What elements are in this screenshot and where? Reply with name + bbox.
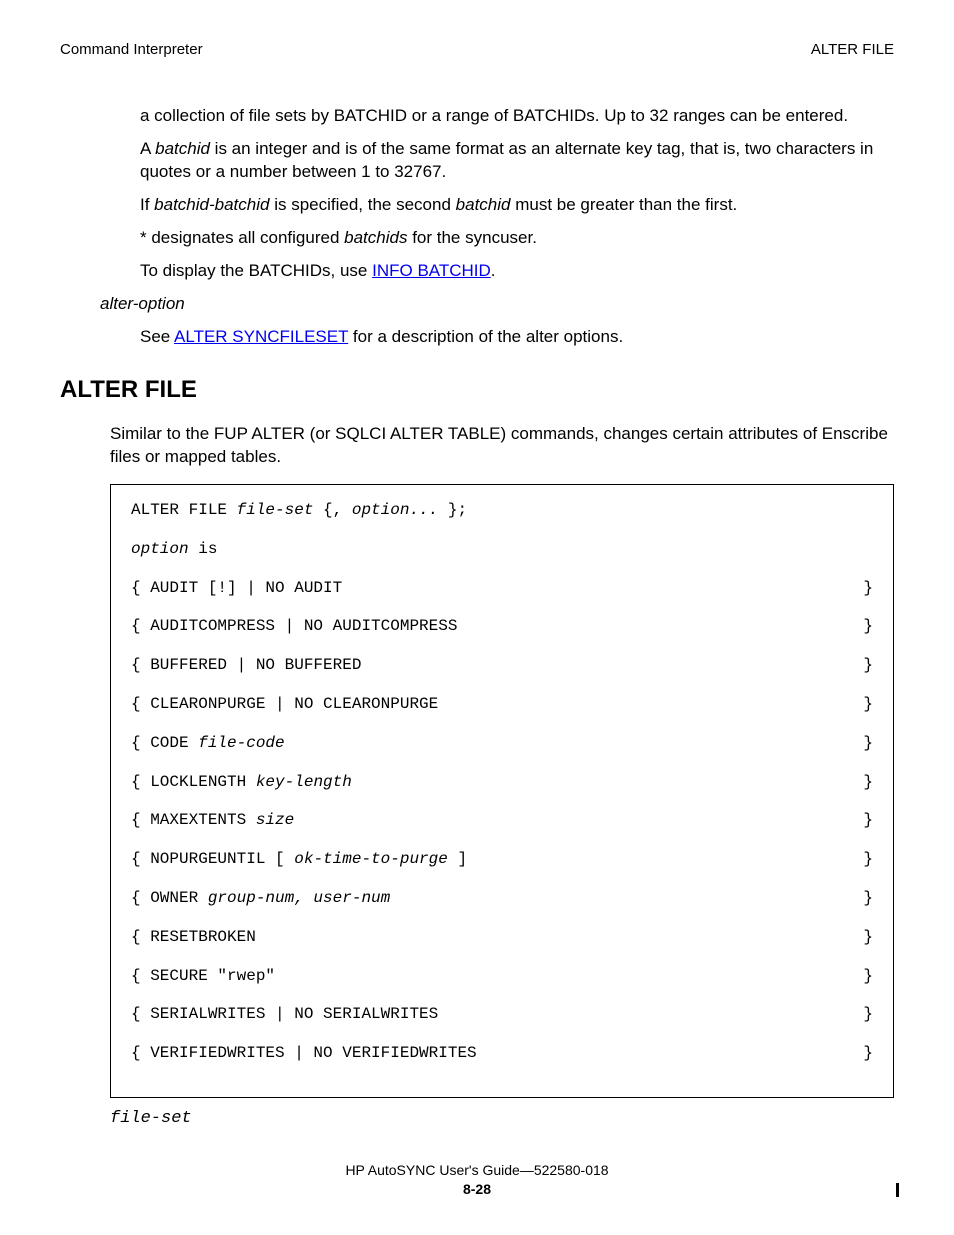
syntax-option-right: } [863,927,873,948]
alter-option-label: alter-option [100,293,894,316]
syntax-option-row: { NOPURGEUNTIL [ ok-time-to-purge ]} [131,849,873,870]
syntax-option-right: } [863,966,873,987]
syntax-option-row: { BUFFERED | NO BUFFERED} [131,655,873,676]
syntax-option-left: { NOPURGEUNTIL [ ok-time-to-purge ] [131,849,467,870]
page-footer: HP AutoSYNC User's Guide—522580-018 8-28 [60,1161,894,1199]
syntax-option-left: { CLEARONPURGE | NO CLEARONPURGE [131,694,438,715]
syntax-option-row: { CODE file-code} [131,733,873,754]
paragraph-see-alter-syncfileset: See ALTER SYNCFILESET for a description … [140,326,894,349]
paragraph-batchid-ranges: a collection of file sets by BATCHID or … [140,105,894,128]
syntax-option-left: { OWNER group-num, user-num [131,888,390,909]
syntax-option-row: { SECURE "rwep"} [131,966,873,987]
paragraph-batchid-definition: A batchid is an integer and is of the sa… [140,138,894,184]
syntax-option-row: { OWNER group-num, user-num} [131,888,873,909]
syntax-line-2: option is [131,539,873,560]
link-alter-syncfileset[interactable]: ALTER SYNCFILESET [174,327,348,346]
syntax-option-left: { MAXEXTENTS size [131,810,294,831]
link-info-batchid[interactable]: INFO BATCHID [372,261,491,280]
syntax-option-right: } [863,1043,873,1064]
syntax-option-row: { AUDIT [!] | NO AUDIT} [131,578,873,599]
syntax-option-left: { RESETBROKEN [131,927,256,948]
syntax-option-right: } [863,694,873,715]
syntax-option-left: { VERIFIEDWRITES | NO VERIFIEDWRITES [131,1043,477,1064]
page-header: Command Interpreter ALTER FILE [60,40,894,60]
header-right: ALTER FILE [811,40,894,60]
footer-page-number: 8-28 [60,1180,894,1199]
section-description: Similar to the FUP ALTER (or SQLCI ALTER… [110,423,894,469]
change-bar-icon [896,1183,899,1197]
syntax-option-row: { CLEARONPURGE | NO CLEARONPURGE} [131,694,873,715]
syntax-option-left: { AUDIT [!] | NO AUDIT [131,578,342,599]
header-left: Command Interpreter [60,40,203,60]
paragraph-asterisk-note: * designates all configured batchids for… [140,227,894,250]
syntax-option-right: } [863,578,873,599]
syntax-option-row: { RESETBROKEN} [131,927,873,948]
paragraph-batchid-range-rule: If batchid-batchid is specified, the sec… [140,194,894,217]
syntax-option-right: } [863,888,873,909]
syntax-option-row: { AUDITCOMPRESS | NO AUDITCOMPRESS} [131,616,873,637]
syntax-option-left: { BUFFERED | NO BUFFERED [131,655,361,676]
syntax-box: ALTER FILE file-set {, option... }; opti… [110,484,894,1098]
syntax-option-row: { MAXEXTENTS size} [131,810,873,831]
syntax-option-right: } [863,616,873,637]
syntax-option-row: { SERIALWRITES | NO SERIALWRITES} [131,1004,873,1025]
syntax-option-right: } [863,655,873,676]
syntax-option-left: { AUDITCOMPRESS | NO AUDITCOMPRESS [131,616,457,637]
footer-title: HP AutoSYNC User's Guide—522580-018 [60,1161,894,1180]
syntax-option-left: { SECURE "rwep" [131,966,275,987]
syntax-option-right: } [863,1004,873,1025]
section-heading-alter-file: ALTER FILE [60,374,894,406]
syntax-option-right: } [863,772,873,793]
syntax-option-right: } [863,849,873,870]
syntax-option-right: } [863,733,873,754]
syntax-option-right: } [863,810,873,831]
file-set-label: file-set [110,1108,894,1131]
syntax-option-left: { LOCKLENGTH key-length [131,772,352,793]
syntax-option-row: { LOCKLENGTH key-length} [131,772,873,793]
syntax-option-left: { CODE file-code [131,733,285,754]
syntax-option-row: { VERIFIEDWRITES | NO VERIFIEDWRITES} [131,1043,873,1064]
syntax-option-left: { SERIALWRITES | NO SERIALWRITES [131,1004,438,1025]
paragraph-display-batchids: To display the BATCHIDs, use INFO BATCHI… [140,260,894,283]
syntax-line-1: ALTER FILE file-set {, option... }; [131,500,873,521]
